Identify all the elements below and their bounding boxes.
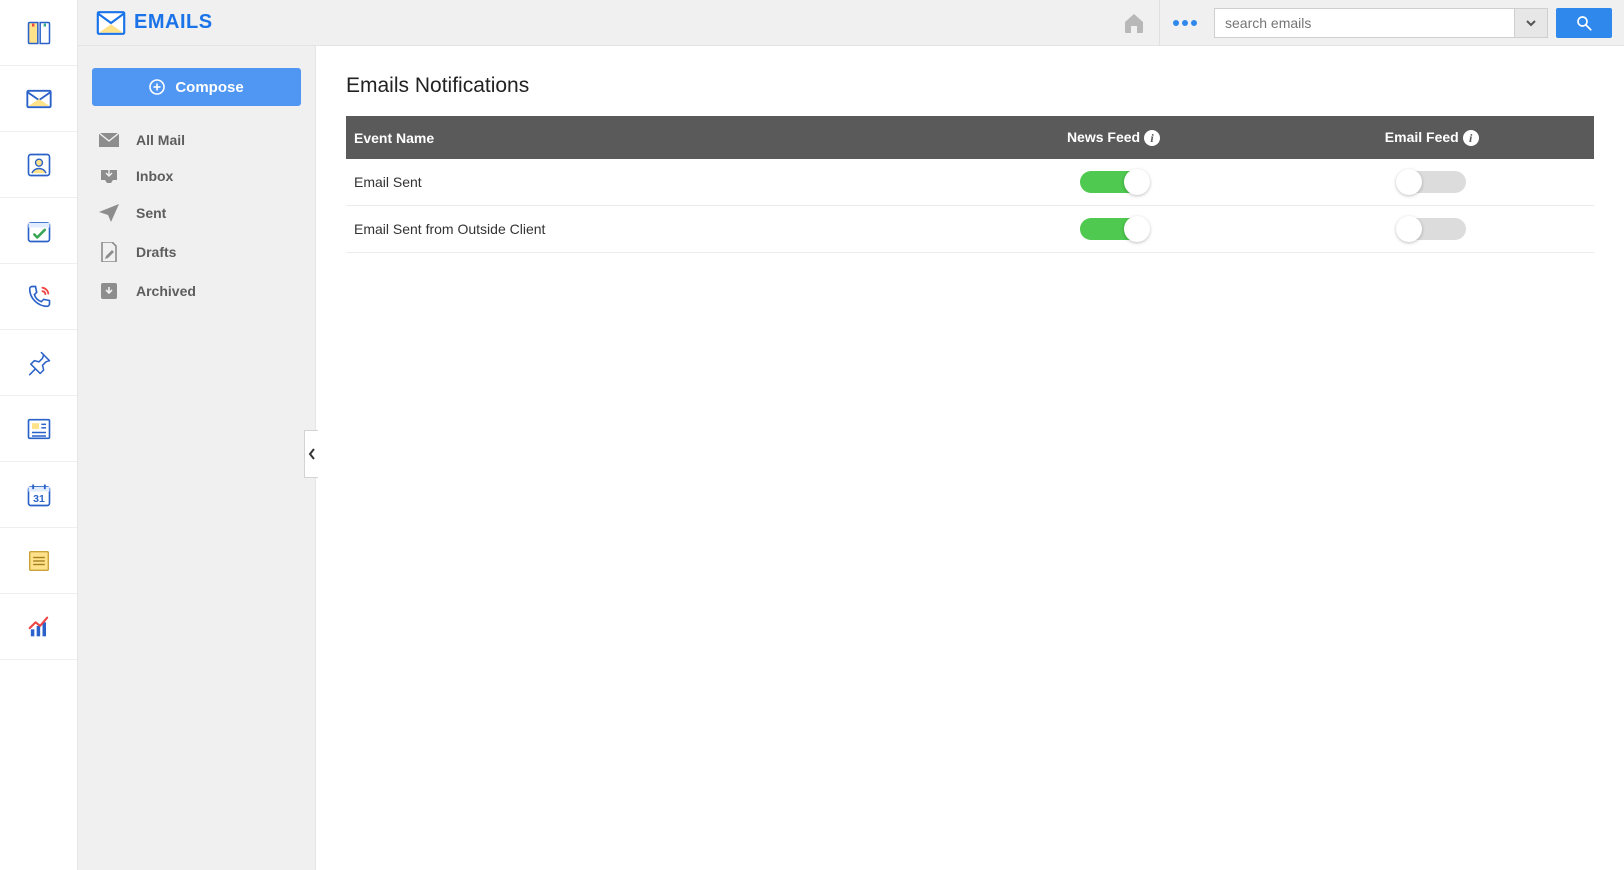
col-event-name: Event Name [346,116,958,159]
folder-item-drafts[interactable]: Drafts [92,232,301,272]
rail-item-mail[interactable] [0,66,77,132]
rail-item-contact[interactable] [0,132,77,198]
app-rail: 31 [0,0,78,870]
search-icon [1575,14,1593,32]
news-feed-toggle[interactable] [1080,218,1148,240]
info-icon[interactable]: i [1144,130,1160,146]
col-event-label: Event Name [354,130,434,146]
compose-button[interactable]: Compose [92,68,301,106]
rail-item-pin[interactable] [0,330,77,396]
main-content: Emails Notifications Event Name News Fee… [316,46,1624,870]
folder-item-all-mail[interactable]: All Mail [92,122,301,158]
rail-item-calendar[interactable]: 31 [0,462,77,528]
archive-icon [98,282,120,300]
book-icon [25,19,53,47]
folder-item-sent[interactable]: Sent [92,194,301,232]
search-input[interactable] [1214,8,1514,38]
news-icon [25,415,53,443]
folder-item-inbox[interactable]: Inbox [92,158,301,194]
folder-label: All Mail [136,132,185,148]
rail-item-reports[interactable] [0,594,77,660]
header-divider [1159,0,1160,46]
app-header: EMAILS [78,0,1624,46]
folder-label: Sent [136,205,166,221]
header-title: EMAILS [134,11,213,34]
tasks-icon [25,217,53,245]
folder-label: Inbox [136,168,173,184]
table-row: Email Sent from Outside Client [346,206,1594,253]
news-feed-cell [958,159,1270,206]
notifications-table: Event Name News Feedi Email Feedi Email … [346,116,1594,253]
reports-icon [25,613,53,641]
more-menu-button[interactable] [1162,0,1208,46]
header-title-wrap: EMAILS [96,11,213,35]
chevron-down-icon [1525,17,1537,29]
info-icon[interactable]: i [1463,130,1479,146]
rail-item-notes[interactable] [0,528,77,594]
table-row: Email Sent [346,159,1594,206]
news-feed-cell [958,206,1270,253]
col-news-label: News Feed [1067,129,1140,145]
envelope-icon [98,133,120,147]
header-mail-icon [96,11,126,35]
col-email-feed: Email Feedi [1270,116,1594,159]
calendar-icon: 31 [25,481,53,509]
chevron-left-icon [307,447,317,461]
home-button[interactable] [1111,0,1157,46]
rail-item-news[interactable] [0,396,77,462]
folder-list: All Mail Inbox Sent Drafts Archived [92,122,301,310]
page-title: Emails Notifications [346,74,1594,98]
search-wrap [1214,8,1612,38]
inbox-icon [98,168,120,184]
folder-label: Archived [136,283,196,299]
email-feed-toggle[interactable] [1398,218,1466,240]
mail-icon [25,85,53,113]
paper-plane-icon [98,204,120,222]
news-feed-toggle[interactable] [1080,171,1148,193]
email-sidebar: Compose All Mail Inbox Sent Drafts Archi… [78,46,316,870]
svg-text:31: 31 [33,493,45,505]
rail-item-tasks[interactable] [0,198,77,264]
folder-label: Drafts [136,244,176,260]
email-feed-cell [1270,159,1594,206]
col-news-feed: News Feedi [958,116,1270,159]
sidebar-collapse-handle[interactable] [304,430,318,478]
rail-item-book[interactable] [0,0,77,66]
rail-item-phone[interactable] [0,264,77,330]
notes-icon [25,547,53,575]
email-feed-cell [1270,206,1594,253]
event-name-cell: Email Sent [346,159,958,206]
more-dots-icon [1171,18,1199,28]
contact-icon [25,151,53,179]
draft-icon [98,242,120,262]
compose-label: Compose [175,79,243,96]
event-name-cell: Email Sent from Outside Client [346,206,958,253]
phone-icon [25,283,53,311]
pin-icon [25,349,53,377]
col-email-label: Email Feed [1385,129,1459,145]
search-dropdown-button[interactable] [1514,8,1548,38]
email-feed-toggle[interactable] [1398,171,1466,193]
search-button[interactable] [1556,8,1612,38]
plus-circle-icon [149,79,165,95]
folder-item-archived[interactable]: Archived [92,272,301,310]
home-icon [1122,11,1146,35]
